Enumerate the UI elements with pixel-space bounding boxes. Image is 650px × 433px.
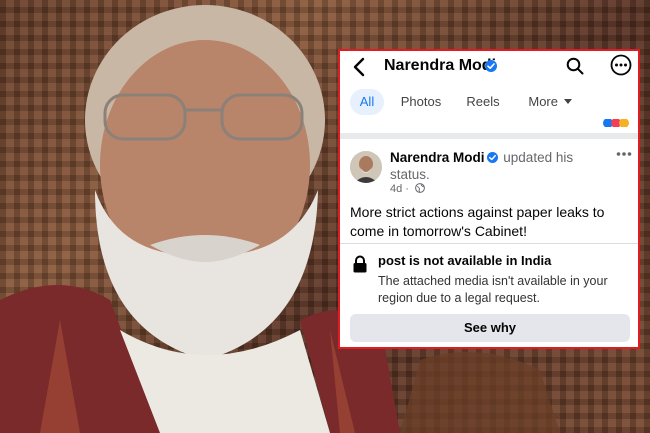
previous-post-actions-cutoff bbox=[340, 119, 638, 139]
post-author-avatar[interactable] bbox=[350, 151, 382, 183]
profile-tabs: All Photos Reels More bbox=[340, 87, 638, 119]
facebook-post-panel: Narendra Modi All Photos Reels More Nare… bbox=[338, 49, 640, 349]
tab-reels[interactable]: Reels bbox=[460, 89, 506, 115]
reactions-icon bbox=[603, 119, 629, 127]
more-options-icon[interactable] bbox=[610, 54, 632, 76]
unavailable-notice-title: post is not available in India bbox=[378, 253, 552, 268]
tab-all[interactable]: All bbox=[350, 89, 384, 115]
avatar-image bbox=[350, 151, 382, 183]
tab-more[interactable]: More bbox=[520, 89, 580, 115]
tab-photos[interactable]: Photos bbox=[394, 89, 448, 115]
post-meta: 4d · bbox=[390, 183, 425, 195]
lock-icon bbox=[353, 255, 367, 273]
back-arrow-icon[interactable] bbox=[350, 57, 368, 77]
divider bbox=[340, 243, 638, 244]
post-options-icon[interactable] bbox=[616, 151, 632, 157]
caret-down-icon bbox=[563, 99, 572, 104]
verified-badge-icon bbox=[486, 152, 498, 163]
see-why-button[interactable]: See why bbox=[350, 314, 630, 342]
post-time[interactable]: 4d bbox=[390, 183, 402, 195]
verified-badge-icon bbox=[485, 60, 497, 72]
search-icon[interactable] bbox=[566, 57, 584, 75]
globe-icon bbox=[415, 183, 425, 193]
post-author-line: Narendra Modi updated his status. bbox=[390, 149, 595, 183]
tab-more-label: More bbox=[528, 94, 558, 109]
unavailable-notice-body: The attached media isn't available in yo… bbox=[378, 274, 608, 305]
profile-name: Narendra Modi bbox=[384, 57, 497, 74]
post-text: More strict actions against paper leaks … bbox=[350, 204, 605, 239]
post-author-name[interactable]: Narendra Modi bbox=[390, 150, 485, 165]
profile-header: Narendra Modi bbox=[340, 51, 638, 83]
